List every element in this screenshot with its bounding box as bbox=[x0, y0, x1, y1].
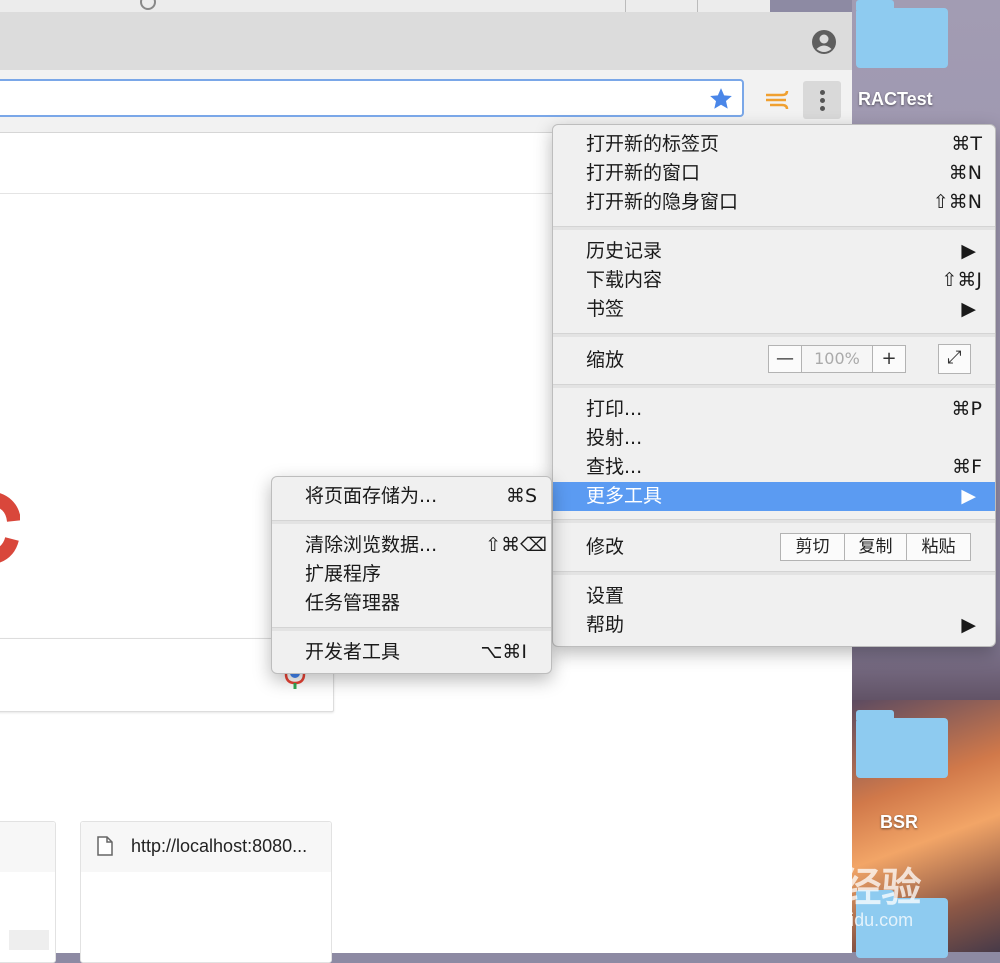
most-visited-tile[interactable]: http://localhost:8080... bbox=[80, 821, 332, 963]
title-bar bbox=[0, 12, 852, 71]
desktop-item-bsr[interactable]: BSR bbox=[880, 812, 918, 833]
menu-item-bookmarks[interactable]: 书签 ▶ bbox=[586, 295, 976, 324]
tile-title: http://localhost:8080... bbox=[131, 836, 308, 856]
paste-button[interactable]: 粘贴 bbox=[906, 533, 971, 561]
menu-separator bbox=[553, 519, 995, 523]
submenu-item-clear-browsing-data[interactable]: 清除浏览数据... ⇧⌘⌫ bbox=[305, 531, 547, 560]
wind-extension-icon[interactable] bbox=[764, 87, 792, 113]
more-vertical-icon[interactable] bbox=[803, 81, 841, 119]
tile-thumbnail bbox=[9, 930, 49, 950]
menu-item-incognito[interactable]: 打开新的隐身窗口 ⇧⌘N bbox=[586, 188, 982, 217]
submenu-item-task-manager[interactable]: 任务管理器 bbox=[305, 589, 537, 618]
menu-item-downloads[interactable]: 下载内容 ⇧⌘J bbox=[586, 266, 982, 295]
menu-separator bbox=[553, 333, 995, 337]
chrome-main-menu: 打开新的标签页 ⌘T 打开新的窗口 ⌘N 打开新的隐身窗口 ⇧⌘N 历史记录 ▶ 下载内… bbox=[552, 124, 996, 647]
zoom-in-button[interactable]: + bbox=[872, 345, 906, 373]
folder-icon[interactable] bbox=[856, 0, 948, 68]
zoom-out-button[interactable]: — bbox=[768, 345, 802, 373]
desktop-item-ractest[interactable]: RACTest bbox=[858, 89, 933, 110]
tile-header: http://localhost:8080... bbox=[81, 822, 331, 872]
fullscreen-icon[interactable]: ⤢ bbox=[938, 344, 971, 374]
menu-item-more-tools[interactable]: 更多工具 ▶ bbox=[553, 482, 995, 511]
zoom-level: 100% bbox=[801, 345, 873, 373]
menu-separator bbox=[553, 226, 995, 230]
address-bar[interactable] bbox=[0, 79, 744, 117]
tile-header bbox=[0, 822, 55, 872]
menu-item-cast[interactable]: 投射... bbox=[586, 424, 982, 453]
menu-item-settings[interactable]: 设置 bbox=[586, 582, 982, 611]
google-logo-fragment bbox=[0, 493, 20, 563]
circle-icon bbox=[140, 0, 156, 10]
more-tools-submenu: 将页面存储为... ⌘S 清除浏览数据... ⇧⌘⌫ 扩展程序 任务管理器 开发者工… bbox=[271, 476, 552, 674]
submenu-item-extensions[interactable]: 扩展程序 bbox=[305, 560, 537, 589]
submenu-item-developer-tools[interactable]: 开发者工具 ⌥⌘I bbox=[305, 638, 527, 667]
menu-separator bbox=[553, 384, 995, 388]
cut-button[interactable]: 剪切 bbox=[780, 533, 845, 561]
divider bbox=[625, 0, 626, 12]
menu-separator bbox=[553, 571, 995, 575]
copy-button[interactable]: 复制 bbox=[844, 533, 907, 561]
edit-label: 修改 bbox=[586, 536, 625, 558]
star-icon[interactable] bbox=[708, 86, 734, 112]
menu-item-new-window[interactable]: 打开新的窗口 ⌘N bbox=[586, 159, 982, 188]
menu-item-find[interactable]: 查找... ⌘F bbox=[586, 453, 982, 482]
menu-separator bbox=[272, 520, 551, 524]
menu-item-history[interactable]: 历史记录 ▶ bbox=[586, 237, 976, 266]
page-icon bbox=[97, 836, 113, 856]
folder-icon[interactable] bbox=[856, 710, 948, 778]
menu-item-print[interactable]: 打印... ⌘P bbox=[586, 395, 982, 424]
most-visited-tile[interactable] bbox=[0, 821, 56, 963]
menu-separator bbox=[272, 627, 551, 631]
submenu-item-save-page[interactable]: 将页面存储为... ⌘S bbox=[305, 482, 537, 511]
menu-item-help[interactable]: 帮助 ▶ bbox=[586, 611, 976, 640]
divider bbox=[697, 0, 698, 12]
profile-icon[interactable] bbox=[811, 29, 837, 55]
zoom-label: 缩放 bbox=[586, 349, 625, 371]
menu-item-new-tab[interactable]: 打开新的标签页 ⌘T bbox=[586, 130, 982, 159]
